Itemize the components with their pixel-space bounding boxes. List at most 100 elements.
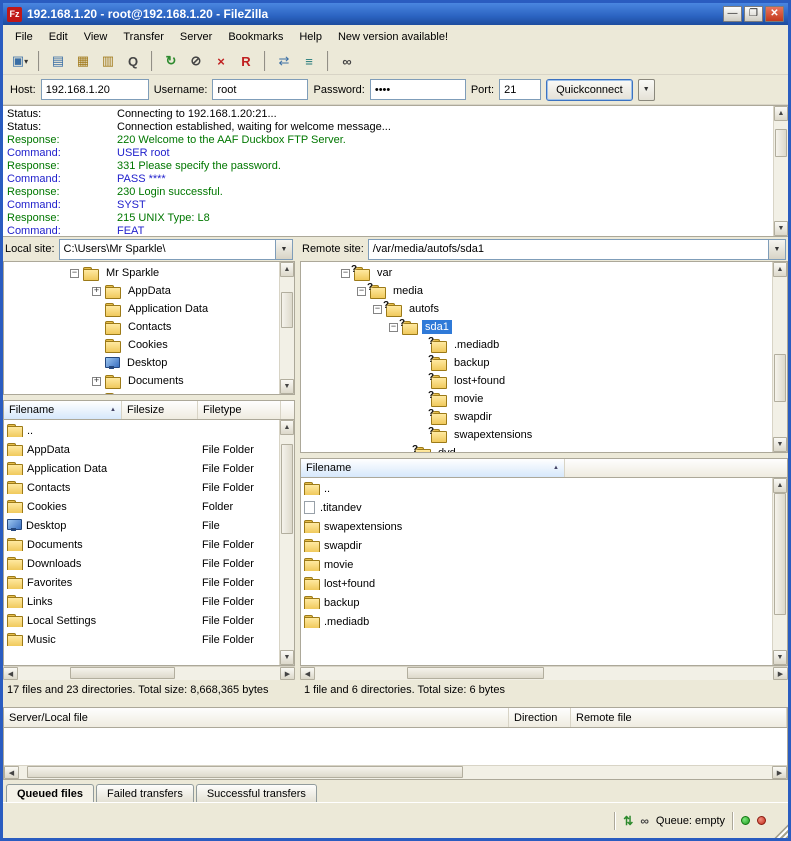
collapse-icon[interactable] (373, 305, 382, 314)
log-vertical-scrollbar[interactable] (773, 106, 788, 236)
remote-site-value[interactable]: /var/media/autofs/sda1 (369, 243, 768, 255)
local-list-vertical-scrollbar[interactable] (279, 420, 294, 665)
host-input[interactable] (41, 79, 149, 100)
collapse-icon[interactable] (70, 269, 79, 278)
tree-item[interactable]: .mediadb (301, 336, 772, 354)
tree-item[interactable]: media (301, 282, 772, 300)
menu-edit[interactable]: Edit (41, 28, 76, 46)
combo-dropdown-icon[interactable] (275, 240, 292, 259)
file-row[interactable]: backup (301, 593, 772, 612)
port-input[interactable] (499, 79, 541, 100)
scrollbar-thumb[interactable] (774, 354, 786, 402)
menu-file[interactable]: File (7, 28, 41, 46)
queue-list-area[interactable] (4, 728, 787, 765)
file-row[interactable]: LinksFile Folder (4, 592, 279, 611)
quickconnect-button[interactable]: Quickconnect (546, 79, 633, 101)
toggle-remote-tree-button[interactable]: ▥ (96, 50, 120, 72)
tree-item[interactable]: autofs (301, 300, 772, 318)
tree-item[interactable]: Mr Sparkle (4, 264, 279, 282)
refresh-button[interactable]: ↻ (159, 50, 183, 72)
scroll-up-icon[interactable] (774, 106, 788, 121)
scrollbar-thumb[interactable] (27, 766, 464, 778)
column-header-server-local-file[interactable]: Server/Local file (4, 708, 509, 727)
menu-server[interactable]: Server (172, 28, 220, 46)
scroll-right-icon[interactable] (280, 667, 295, 680)
scroll-down-icon[interactable] (773, 437, 787, 452)
directory-comparison-button[interactable]: ⇄ (272, 50, 296, 72)
tree-item[interactable]: dvd (301, 444, 772, 452)
toggle-message-log-button[interactable]: ▤ (46, 50, 70, 72)
remote-site-combobox[interactable]: /var/media/autofs/sda1 (368, 239, 786, 260)
toggle-local-tree-button[interactable]: ▦ (71, 50, 95, 72)
tree-item[interactable]: swapdir (301, 408, 772, 426)
file-row[interactable]: .. (4, 421, 279, 440)
file-row[interactable]: ContactsFile Folder (4, 478, 279, 497)
scroll-up-icon[interactable] (773, 478, 787, 493)
file-row[interactable]: DocumentsFile Folder (4, 535, 279, 554)
username-input[interactable] (212, 79, 308, 100)
file-row[interactable]: CookiesFolder (4, 497, 279, 516)
file-row[interactable]: .mediadb (301, 612, 772, 631)
scrollbar-thumb[interactable] (774, 493, 786, 615)
tree-item[interactable]: Downloads (4, 390, 279, 394)
file-row[interactable]: DownloadsFile Folder (4, 554, 279, 573)
scroll-left-icon[interactable] (3, 667, 18, 680)
scroll-down-icon[interactable] (280, 650, 294, 665)
menu-new-version[interactable]: New version available! (330, 28, 456, 46)
remote-list-horizontal-scrollbar[interactable] (300, 666, 788, 680)
remote-tree-vertical-scrollbar[interactable] (772, 262, 787, 452)
tree-item[interactable]: Contacts (4, 318, 279, 336)
local-tree-vertical-scrollbar[interactable] (279, 262, 294, 394)
scroll-down-icon[interactable] (773, 650, 787, 665)
file-row[interactable]: swapextensions (301, 517, 772, 536)
collapse-icon[interactable] (357, 287, 366, 296)
resize-grip[interactable] (774, 824, 788, 838)
queue-horizontal-scrollbar[interactable] (4, 765, 787, 779)
scroll-left-icon[interactable] (4, 766, 19, 779)
file-row[interactable]: swapdir (301, 536, 772, 555)
menu-bookmarks[interactable]: Bookmarks (220, 28, 291, 46)
synchronized-browsing-button[interactable]: ≡ (297, 50, 321, 72)
tree-item[interactable]: lost+found (301, 372, 772, 390)
maximize-button[interactable]: ❐ (744, 6, 763, 22)
toggle-queue-button[interactable]: Q (121, 50, 145, 72)
scroll-right-icon[interactable] (772, 766, 787, 779)
cancel-button[interactable]: × (209, 50, 233, 72)
scroll-down-icon[interactable] (280, 379, 294, 394)
local-list-horizontal-scrollbar[interactable] (3, 666, 295, 680)
file-row[interactable]: movie (301, 555, 772, 574)
file-row[interactable]: lost+found (301, 574, 772, 593)
file-row[interactable]: AppDataFile Folder (4, 440, 279, 459)
tree-item[interactable]: var (301, 264, 772, 282)
quickconnect-dropdown-button[interactable]: ▼ (638, 79, 655, 101)
column-header-remote-file[interactable]: Remote file (571, 708, 787, 727)
tree-item[interactable]: Cookies (4, 336, 279, 354)
tab-failed-transfers[interactable]: Failed transfers (96, 784, 194, 802)
find-files-button[interactable]: ∞ (335, 50, 359, 72)
file-row[interactable]: DesktopFile (4, 516, 279, 535)
expand-icon[interactable] (92, 377, 101, 386)
file-row[interactable]: .titandev (301, 498, 772, 517)
scrollbar-thumb[interactable] (281, 444, 293, 534)
file-row[interactable]: Local SettingsFile Folder (4, 611, 279, 630)
scroll-up-icon[interactable] (280, 420, 294, 435)
column-header-filetype[interactable]: Filetype (198, 401, 281, 419)
file-row[interactable]: Application DataFile Folder (4, 459, 279, 478)
scrollbar-thumb[interactable] (70, 667, 175, 679)
disconnect-button[interactable]: ⊘ (184, 50, 208, 72)
scrollbar-thumb[interactable] (775, 129, 787, 157)
column-header-direction[interactable]: Direction (509, 708, 571, 727)
tab-successful-transfers[interactable]: Successful transfers (196, 784, 317, 802)
speed-limits-icon[interactable]: ⇅ (623, 814, 633, 828)
tree-item[interactable]: Documents (4, 372, 279, 390)
tree-item[interactable]: Application Data (4, 300, 279, 318)
scroll-right-icon[interactable] (773, 667, 788, 680)
site-manager-button[interactable]: ▣▾ (8, 50, 32, 72)
tree-item-selected[interactable]: sda1 (301, 318, 772, 336)
scroll-down-icon[interactable] (774, 221, 788, 236)
menu-help[interactable]: Help (291, 28, 330, 46)
scroll-left-icon[interactable] (300, 667, 315, 680)
reconnect-button[interactable]: R (234, 50, 258, 72)
menu-view[interactable]: View (76, 28, 116, 46)
tree-item[interactable]: Desktop (4, 354, 279, 372)
